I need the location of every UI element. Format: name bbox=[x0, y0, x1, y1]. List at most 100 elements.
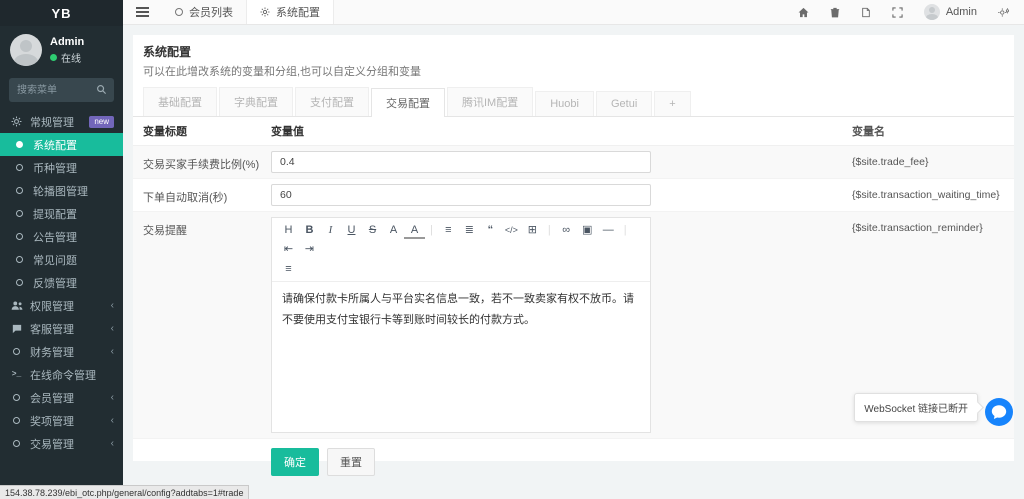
indent-button[interactable]: ⇥ bbox=[299, 240, 320, 258]
user-name: Admin bbox=[50, 36, 84, 48]
sidebar-item-label: 奖项管理 bbox=[30, 413, 74, 429]
home-icon[interactable] bbox=[798, 7, 809, 18]
underline-button[interactable]: U bbox=[341, 221, 362, 239]
user-status: 在线 bbox=[50, 50, 84, 65]
sidebar-item-trade[interactable]: 交易管理 ‹ bbox=[0, 432, 123, 455]
sidebar-item-announcement[interactable]: 公告管理 bbox=[0, 225, 123, 248]
reset-button[interactable]: 重置 bbox=[327, 448, 375, 476]
app-root: YB Admin 在线 常规管理 new bbox=[0, 0, 1024, 499]
tab-system-config[interactable]: 系统配置 bbox=[246, 0, 334, 24]
ordered-list-button[interactable]: ≡ bbox=[438, 221, 459, 239]
websocket-toast: WebSocket 链接已断开 bbox=[854, 393, 978, 422]
tab-tencent-im-config[interactable]: 腾讯IM配置 bbox=[447, 87, 533, 116]
circle-icon bbox=[13, 256, 26, 263]
app-logo[interactable]: YB bbox=[0, 0, 123, 26]
tab-getui[interactable]: Getui bbox=[596, 91, 652, 116]
table-header: 变量标题 变量值 变量名 bbox=[133, 117, 1014, 146]
tab-add-button[interactable]: + bbox=[654, 91, 690, 116]
quote-button[interactable]: “ bbox=[480, 221, 501, 239]
chat-widget-button[interactable] bbox=[985, 398, 1013, 426]
toolbar-divider: | bbox=[619, 224, 632, 236]
sidebar-item-label: 交易管理 bbox=[30, 436, 74, 452]
submit-button[interactable]: 确定 bbox=[271, 448, 319, 476]
main-content: 系统配置 可以在此增改系统的变量和分组,也可以自定义分组和变量 基础配置 字典配… bbox=[123, 25, 1024, 499]
table-button[interactable]: ⊞ bbox=[522, 221, 543, 239]
strikethrough-button[interactable]: S bbox=[362, 221, 383, 239]
gear-icon bbox=[13, 141, 26, 148]
sidebar-item-finance[interactable]: 财务管理 ‹ bbox=[0, 340, 123, 363]
tab-trade-config[interactable]: 交易配置 bbox=[371, 88, 445, 117]
circle-icon bbox=[10, 417, 23, 424]
tab-payment-config[interactable]: 支付配置 bbox=[295, 87, 369, 116]
search-icon[interactable] bbox=[96, 84, 107, 95]
trash-icon[interactable] bbox=[830, 7, 840, 18]
rich-text-editor: H B I U S A A | ≡ ≣ “ </> ⊞ bbox=[271, 217, 651, 433]
bold-button[interactable]: B bbox=[299, 221, 320, 239]
tab-huobi[interactable]: Huobi bbox=[535, 91, 594, 116]
code-button[interactable]: </> bbox=[501, 221, 522, 239]
column-header-value: 变量值 bbox=[271, 123, 852, 139]
online-dot-icon bbox=[50, 54, 57, 61]
sidebar-item-withdraw-config[interactable]: 提现配置 bbox=[0, 202, 123, 225]
cancel-time-input[interactable] bbox=[271, 184, 651, 206]
circle-icon bbox=[10, 348, 23, 355]
unordered-list-button[interactable]: ≣ bbox=[459, 221, 480, 239]
sidebar-item-carousel[interactable]: 轮播图管理 bbox=[0, 179, 123, 202]
refresh-page-icon[interactable] bbox=[861, 7, 871, 18]
terminal-icon: >_ bbox=[10, 371, 23, 379]
circle-icon bbox=[10, 394, 23, 401]
topbar-user-name: Admin bbox=[946, 6, 977, 18]
sidebar-item-system-config[interactable]: 系统配置 bbox=[0, 133, 123, 156]
sidebar-item-label: 币种管理 bbox=[33, 160, 77, 176]
table-row-cancel-time: 下单自动取消(秒) {$site.transaction_waiting_tim… bbox=[133, 179, 1014, 212]
font-color-button[interactable]: A bbox=[404, 221, 425, 239]
user-menu[interactable]: Admin bbox=[924, 4, 977, 20]
sidebar-menu: 常规管理 new 系统配置 币种管理 轮播图管理 提现配置 公告管理 bbox=[0, 110, 123, 455]
tab-basic-config[interactable]: 基础配置 bbox=[143, 87, 217, 116]
sidebar-item-label: 会员管理 bbox=[30, 390, 74, 406]
trade-fee-input[interactable] bbox=[271, 151, 651, 173]
tab-member-list[interactable]: 会员列表 bbox=[162, 0, 246, 24]
italic-button[interactable]: I bbox=[320, 221, 341, 239]
circle-icon bbox=[13, 210, 26, 217]
heading-button[interactable]: H bbox=[278, 221, 299, 239]
font-button[interactable]: A bbox=[383, 221, 404, 239]
sidebar-item-awards[interactable]: 奖项管理 ‹ bbox=[0, 409, 123, 432]
sidebar-item-faq[interactable]: 常见问题 bbox=[0, 248, 123, 271]
sidebar-item-currency[interactable]: 币种管理 bbox=[0, 156, 123, 179]
sidebar-toggle-button[interactable] bbox=[123, 0, 162, 24]
sidebar-item-label: 反馈管理 bbox=[33, 275, 77, 291]
chevron-left-icon: ‹ bbox=[111, 346, 114, 357]
row-title: 下单自动取消(秒) bbox=[143, 184, 271, 205]
outdent-button[interactable]: ⇤ bbox=[278, 240, 299, 258]
sidebar-item-online-command[interactable]: >_ 在线命令管理 bbox=[0, 363, 123, 386]
trade-reminder-editor-body[interactable]: 请确保付款卡所属人与平台实名信息一致，若不一致卖家有权不放币。请不要使用支付宝银… bbox=[272, 282, 650, 432]
sidebar-item-customer-service[interactable]: 客服管理 ‹ bbox=[0, 317, 123, 340]
sidebar-item-permissions[interactable]: 权限管理 ‹ bbox=[0, 294, 123, 317]
page-title: 系统配置 bbox=[143, 43, 1004, 60]
sidebar-item-label: 轮播图管理 bbox=[33, 183, 88, 199]
column-header-title: 变量标题 bbox=[143, 123, 271, 139]
sidebar-item-general[interactable]: 常规管理 new bbox=[0, 110, 123, 133]
hamburger-icon bbox=[136, 11, 149, 13]
user-status-label: 在线 bbox=[61, 50, 81, 65]
circle-icon bbox=[13, 279, 26, 286]
settings-gears-icon[interactable] bbox=[998, 7, 1010, 18]
fullscreen-icon[interactable] bbox=[892, 7, 903, 18]
tab-dict-config[interactable]: 字典配置 bbox=[219, 87, 293, 116]
toolbar-divider: | bbox=[425, 224, 438, 236]
sidebar-item-members[interactable]: 会员管理 ‹ bbox=[0, 386, 123, 409]
avatar bbox=[924, 4, 940, 20]
horizontal-rule-button[interactable]: — bbox=[598, 221, 619, 239]
sidebar-item-label: 权限管理 bbox=[30, 298, 74, 314]
sidebar-item-feedback[interactable]: 反馈管理 bbox=[0, 271, 123, 294]
align-button[interactable]: ≡ bbox=[278, 260, 299, 278]
browser-status-bar: 154.38.78.239/ebi_otc.php/general/config… bbox=[0, 485, 249, 499]
link-button[interactable]: ∞ bbox=[556, 221, 577, 239]
image-button[interactable]: ▣ bbox=[577, 221, 598, 239]
row-var-name: {$site.trade_fee} bbox=[852, 151, 1004, 168]
topbar-right: Admin bbox=[798, 0, 1024, 24]
row-var-name: {$site.transaction_waiting_time} bbox=[852, 184, 1004, 201]
circle-icon bbox=[13, 187, 26, 194]
sidebar-item-label: 财务管理 bbox=[30, 344, 74, 360]
